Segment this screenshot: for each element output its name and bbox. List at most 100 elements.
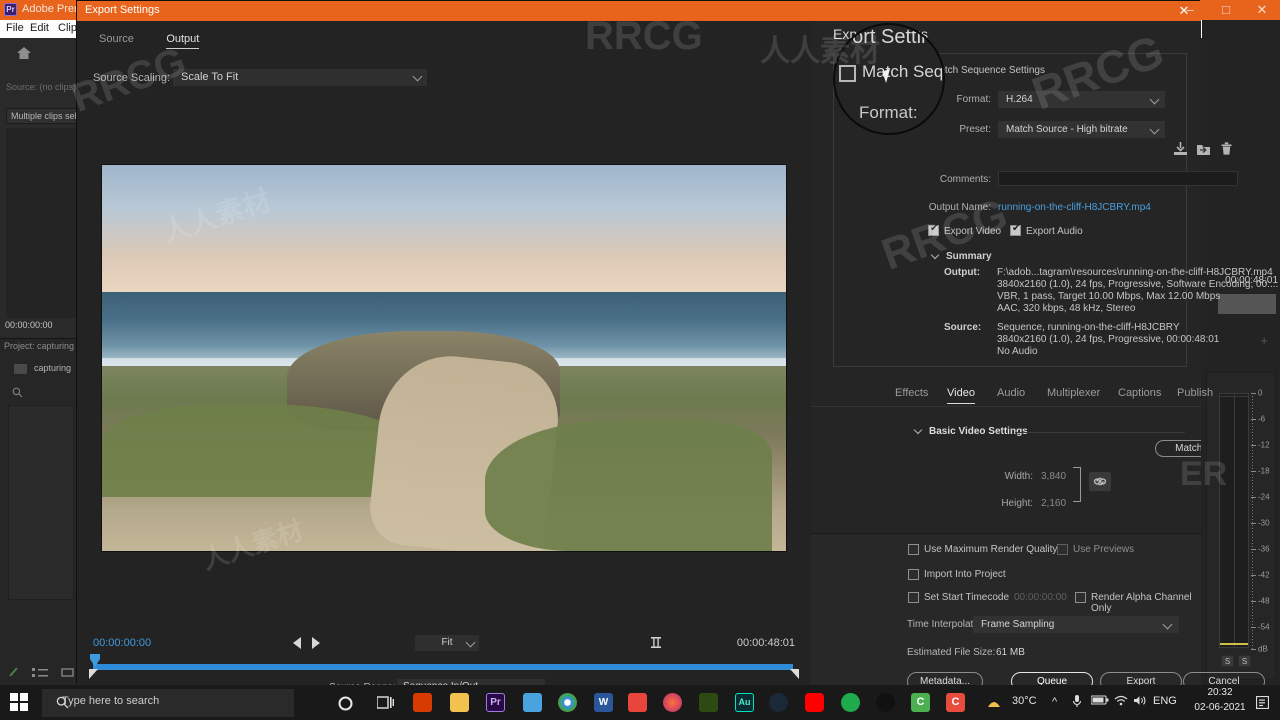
- taskbar-app-firefox-icon[interactable]: [663, 693, 682, 712]
- height-value[interactable]: 2,160: [1041, 498, 1066, 509]
- import-preset-icon[interactable]: [1196, 141, 1211, 156]
- magnified-match-sequence-checkbox[interactable]: [839, 65, 856, 82]
- comments-label: Comments:: [939, 174, 991, 185]
- premiere-maximize-button[interactable]: □: [1208, 0, 1244, 20]
- tab-output[interactable]: Output: [166, 33, 200, 49]
- menu-edit[interactable]: Edit: [30, 22, 49, 34]
- width-value[interactable]: 3,840: [1041, 471, 1066, 482]
- taskbar-app-word-icon[interactable]: W: [594, 693, 613, 712]
- taskbar-app-chrome-icon[interactable]: [558, 693, 577, 712]
- tab-audio[interactable]: Audio: [997, 387, 1025, 403]
- windows-start-icon[interactable]: [10, 693, 28, 711]
- solo-button-right[interactable]: S: [1238, 655, 1251, 667]
- timeline-clip[interactable]: [1214, 294, 1276, 588]
- volume-icon[interactable]: [1133, 695, 1147, 709]
- time-interpolation-select[interactable]: Frame Sampling: [973, 616, 1179, 633]
- use-previews-checkbox[interactable]: [1057, 544, 1068, 555]
- mic-icon[interactable]: [1072, 694, 1082, 711]
- source-scaling-select[interactable]: Scale To Fit: [173, 69, 427, 86]
- tab-effects[interactable]: Effects: [895, 387, 928, 403]
- in-point-handle[interactable]: [89, 669, 98, 679]
- match-source-button[interactable]: Match Source: [1155, 440, 1201, 457]
- taskbar-app-green-icon[interactable]: [841, 693, 860, 712]
- clock-time[interactable]: 20:32: [1192, 687, 1248, 698]
- basic-video-disclosure-icon[interactable]: [913, 425, 923, 435]
- save-preset-icon[interactable]: [1173, 141, 1188, 156]
- use-max-render-quality-checkbox[interactable]: [908, 544, 919, 555]
- set-start-timecode-value[interactable]: 00:00:00:00: [1014, 592, 1067, 603]
- dialog-footer: Use Maximum Render Quality Use Previews …: [811, 533, 1265, 691]
- chevron-up-icon[interactable]: ^: [1052, 696, 1057, 708]
- tab-publish[interactable]: Publish: [1177, 387, 1213, 403]
- link-icon[interactable]: [1089, 472, 1111, 491]
- summary-disclosure-icon[interactable]: [930, 250, 940, 260]
- task-view-icon[interactable]: [376, 696, 394, 715]
- windows-taskbar: Type here to search Pr W Au C C 30°C ^ E…: [0, 685, 1280, 720]
- export-settings-dialog: Export Settings ✕ Source Output Source S…: [76, 0, 1278, 695]
- magnified-match-sequence-text: Match Sequence: [862, 62, 944, 81]
- notification-icon[interactable]: [1255, 695, 1270, 714]
- taskbar-app-calculator-icon[interactable]: [523, 693, 542, 712]
- tab-video[interactable]: Video: [947, 387, 975, 404]
- solo-button-left[interactable]: S: [1221, 655, 1234, 667]
- preset-select[interactable]: Match Source - High bitrate: [998, 121, 1165, 138]
- set-start-timecode-checkbox[interactable]: [908, 592, 919, 603]
- height-label: Height:: [1001, 498, 1033, 509]
- tab-multiplexer[interactable]: Multiplexer: [1047, 387, 1100, 403]
- source-panel-label: Source: (no clips): [6, 82, 77, 92]
- menu-clip[interactable]: Clip: [58, 22, 77, 34]
- export-audio-checkbox[interactable]: [1010, 223, 1021, 236]
- zoom-level-select[interactable]: Fit: [415, 635, 479, 651]
- output-name-link[interactable]: running-on-the-cliff-H8JCBRY.mp4: [998, 202, 1151, 213]
- source-timecode[interactable]: 00:00:00:00: [5, 320, 53, 330]
- export-video-checkbox[interactable]: [928, 223, 939, 236]
- search-icon[interactable]: [12, 385, 23, 398]
- preview-current-timecode[interactable]: 00:00:00:00: [93, 637, 151, 649]
- delete-preset-icon[interactable]: [1219, 141, 1234, 156]
- taskbar-app-nvidia-icon[interactable]: [699, 693, 718, 712]
- comments-input[interactable]: [998, 171, 1238, 186]
- out-point-marker-icon[interactable]: [312, 637, 320, 649]
- tab-source[interactable]: Source: [99, 33, 134, 48]
- summary-output-line-2: 3840x2160 (1.0), 24 fps, Progressive, So…: [997, 279, 1279, 290]
- taskbar-app-audition-icon[interactable]: Au: [735, 693, 754, 712]
- wifi-icon[interactable]: [1114, 695, 1128, 709]
- taskbar-app-file-explorer-icon[interactable]: [450, 693, 469, 712]
- render-alpha-checkbox[interactable]: [1075, 592, 1086, 603]
- premiere-close-button[interactable]: ✕: [1244, 0, 1280, 20]
- tab-captions[interactable]: Captions: [1118, 387, 1161, 403]
- dialog-title: Export Settings: [85, 4, 160, 16]
- taskbar-app-c-red-icon[interactable]: C: [946, 693, 965, 712]
- export-audio-label: Export Audio: [1026, 226, 1083, 237]
- main-minimize-button[interactable]: –: [1172, 0, 1208, 20]
- audio-meters-panel: 0 -6 -12 -18 -24 -30 -36 -42 -48 -54 dB …: [1206, 372, 1276, 680]
- battery-icon[interactable]: [1090, 695, 1109, 708]
- taskbar-app-office-icon[interactable]: [413, 693, 432, 712]
- home-icon[interactable]: [16, 46, 32, 60]
- clock-date[interactable]: 02-06-2021: [1192, 702, 1248, 713]
- language-indicator[interactable]: ENG: [1153, 695, 1177, 707]
- out-point-handle[interactable]: [790, 669, 799, 679]
- menu-file[interactable]: File: [6, 22, 24, 34]
- width-label: Width:: [1004, 471, 1033, 482]
- crop-output-icon[interactable]: [650, 636, 662, 649]
- match-sequence-label: Match Sequence Settings: [931, 65, 1045, 76]
- taskbar-app-youtube-icon[interactable]: [805, 693, 824, 712]
- preview-scrub-track[interactable]: [93, 664, 793, 670]
- premiere-project-panel: Project: capturing capturing running-on-…: [0, 338, 78, 685]
- project-panel-tab[interactable]: Project: capturing: [4, 341, 74, 351]
- add-track-icon[interactable]: +: [1260, 333, 1268, 348]
- weather-temperature[interactable]: 30°C: [1012, 695, 1037, 707]
- in-point-marker-icon[interactable]: [293, 637, 301, 649]
- taskbar-app-red-icon[interactable]: [628, 693, 647, 712]
- playhead-handle[interactable]: [89, 653, 101, 669]
- meter-label-54: -54: [1258, 622, 1270, 632]
- taskbar-app-steam-icon[interactable]: [769, 693, 788, 712]
- format-select[interactable]: H.264: [998, 91, 1165, 108]
- taskbar-app-xbox-icon[interactable]: [876, 693, 895, 712]
- taskbar-app-c-green-icon[interactable]: C: [911, 693, 930, 712]
- taskbar-app-premiere-pro-icon[interactable]: Pr: [486, 693, 505, 712]
- project-bin-name: capturing: [34, 363, 72, 373]
- cortana-icon[interactable]: [338, 696, 353, 716]
- import-into-project-checkbox[interactable]: [908, 569, 919, 580]
